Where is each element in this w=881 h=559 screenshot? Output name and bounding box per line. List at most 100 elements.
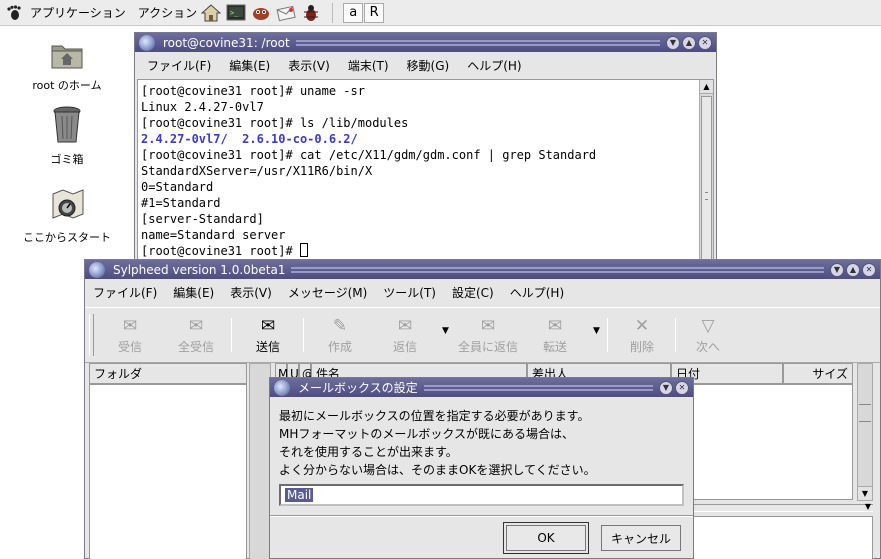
next-icon: ▽ — [701, 316, 715, 336]
terminal-line: Linux 2.4.27-0vl7 — [141, 100, 264, 114]
menu-go[interactable]: 移動(G) — [407, 57, 450, 74]
window-menu-icon[interactable] — [274, 379, 290, 396]
terminal-cursor — [299, 243, 308, 257]
panel-separator — [332, 2, 334, 23]
trash-icon — [52, 106, 82, 147]
desktop-icon-home[interactable]: root のホーム — [12, 40, 122, 93]
close-icon[interactable]: ✕ — [675, 380, 689, 395]
folder-column-header[interactable]: フォルダ — [89, 363, 247, 384]
message-list-scrollbar[interactable]: ▼ — [857, 363, 873, 501]
menu-settings[interactable]: 設定(C) — [452, 284, 494, 301]
terminal-line: [server-Standard] — [141, 212, 264, 226]
dialog-message-line: 最初にメールボックスの位置を指定する必要があります。 — [279, 409, 590, 423]
toolbar-label: 次へ — [695, 340, 720, 354]
receive-all-button[interactable]: ✉ 全受信 — [171, 314, 221, 355]
forward-icon: ✉ — [547, 316, 563, 336]
dialog-title: メールボックスの設定 — [298, 381, 418, 395]
terminal-launcher-icon[interactable]: >_ — [225, 2, 247, 24]
gimp-launcher-icon[interactable] — [250, 2, 272, 24]
scroll-up-icon[interactable]: ▲ — [700, 80, 713, 94]
terminal-text: [root@covine31 root]# uname -sr Linux 2.… — [138, 80, 713, 259]
menu-edit[interactable]: 編集(E) — [173, 284, 214, 301]
column-size[interactable]: サイズ — [783, 363, 853, 384]
home-launcher-icon[interactable] — [200, 2, 222, 24]
actions-menu[interactable]: アクション — [138, 4, 197, 21]
folder-tree[interactable] — [89, 384, 247, 559]
menu-tools[interactable]: ツール(T) — [383, 284, 436, 301]
menu-message[interactable]: メッセージ(M) — [288, 284, 367, 301]
dialog-message-line: MHフォーマットのメールボックスが既にある場合は、 — [279, 427, 575, 441]
delete-button[interactable]: ✕ 削除 — [617, 314, 667, 355]
reply-button[interactable]: ✉ 返信 — [380, 314, 430, 355]
window-menu-icon[interactable] — [139, 34, 155, 51]
toolbar-label: 送信 — [255, 340, 280, 354]
scrollbar-thumb[interactable] — [701, 96, 712, 276]
terminal-line: #1=Standard — [141, 196, 221, 210]
bug-launcher-icon[interactable] — [300, 2, 322, 24]
reply-icon: ✉ — [397, 316, 413, 336]
menu-edit[interactable]: 編集(E) — [229, 57, 270, 74]
dialog-message: 最初にメールボックスの位置を指定する必要があります。 MHフォーマットのメールボ… — [279, 407, 596, 479]
receive-button[interactable]: ✉ 受信 — [105, 314, 155, 355]
desktop-icon-start-here[interactable]: ここからスタート — [12, 186, 122, 245]
top-panel: アプリケーション アクション >_ a R — [0, 0, 881, 26]
send-button[interactable]: ✉ 送信 — [243, 314, 293, 355]
mail-launcher-icon[interactable] — [275, 2, 297, 24]
next-button[interactable]: ▽ 次へ — [683, 314, 733, 355]
dialog-message-line: それを使用することが出来ます。 — [279, 445, 458, 459]
panel-applet-r[interactable]: R — [364, 2, 385, 23]
maximize-icon[interactable]: ▲ — [682, 35, 696, 50]
dialog-message-line: よく分からない場合は、そのままOKを選択してください。 — [279, 463, 596, 477]
toolbar-separator — [607, 318, 608, 352]
minimize-icon[interactable]: ▼ — [666, 35, 680, 50]
terminal-line: [root@covine31 root]# ls /lib/modules — [141, 116, 409, 130]
desktop-icon-trash[interactable]: ゴミ箱 — [12, 106, 122, 167]
scroll-down-icon[interactable]: ▼ — [865, 502, 871, 511]
applications-menu[interactable]: アプリケーション — [30, 4, 126, 21]
gnome-foot-icon[interactable] — [5, 4, 23, 22]
menu-file[interactable]: ファイル(F) — [147, 57, 211, 74]
pane-divider[interactable] — [249, 363, 271, 559]
scroll-down-icon[interactable]: ▼ — [858, 486, 872, 500]
window-menu-icon[interactable] — [89, 261, 105, 278]
close-icon[interactable]: ✕ — [698, 35, 712, 50]
terminal-line: name=Standard server — [141, 228, 286, 242]
dialog-titlebar[interactable]: メールボックスの設定 ▼ ✕ — [270, 378, 693, 397]
sylpheed-titlebar[interactable]: Sylpheed version 1.0.0beta1 ▼ ▲ ✕ — [85, 260, 880, 279]
menu-help[interactable]: ヘルプ(H) — [510, 284, 564, 301]
menu-help[interactable]: ヘルプ(H) — [467, 57, 521, 74]
terminal-scrollbar[interactable]: ▲ — [699, 80, 713, 276]
forward-button[interactable]: ✉ 転送 — [530, 314, 580, 355]
compose-button[interactable]: ✎ 作成 — [315, 314, 365, 355]
toolbar-label: 作成 — [327, 340, 352, 354]
forward-dropdown-icon[interactable]: ▼ — [593, 326, 600, 336]
minimize-icon[interactable]: ▼ — [830, 262, 844, 277]
toolbar-label: 転送 — [542, 340, 567, 354]
ok-button[interactable]: OK — [503, 522, 589, 554]
maximize-icon[interactable]: ▲ — [846, 262, 860, 277]
panel-applet-a[interactable]: a — [343, 2, 364, 23]
svg-text:>_: >_ — [230, 9, 239, 17]
reply-all-button[interactable]: ✉ 全員に返信 — [453, 314, 523, 355]
receive-icon: ✉ — [122, 316, 138, 336]
mailbox-path-input[interactable]: Mail — [279, 484, 684, 506]
terminal-titlebar[interactable]: root@covine31: /root ▼ ▲ ✕ — [135, 33, 716, 52]
minimize-icon[interactable]: ▼ — [659, 380, 673, 395]
close-icon[interactable]: ✕ — [862, 262, 876, 277]
reply-dropdown-icon[interactable]: ▼ — [442, 326, 449, 336]
menu-terminal[interactable]: 端末(T) — [348, 57, 389, 74]
terminal-line: StandardXServer=/usr/X11R6/bin/X — [141, 164, 373, 178]
toolbar-handle[interactable] — [89, 314, 94, 356]
toolbar-label: 全受信 — [177, 340, 214, 354]
titlebar-stripe — [291, 266, 824, 273]
cancel-button[interactable]: キャンセル — [601, 525, 681, 551]
receive-all-icon: ✉ — [188, 316, 204, 336]
desktop-icon-label: root のホーム — [32, 79, 102, 92]
desktop-icon-label: ここからスタート — [23, 231, 111, 244]
sylpheed-toolbar: ✉ 受信 ✉ 全受信 ✉ 送信 ✎ 作成 ✉ 返信 ▼ ✉ 全員に返信 ✉ 転送 — [85, 307, 880, 363]
send-icon: ✉ — [260, 316, 276, 336]
terminal-output[interactable]: [root@covine31 root]# uname -sr Linux 2.… — [137, 79, 714, 276]
menu-view[interactable]: 表示(V) — [230, 284, 272, 301]
menu-file[interactable]: ファイル(F) — [93, 284, 157, 301]
menu-view[interactable]: 表示(V) — [288, 57, 330, 74]
